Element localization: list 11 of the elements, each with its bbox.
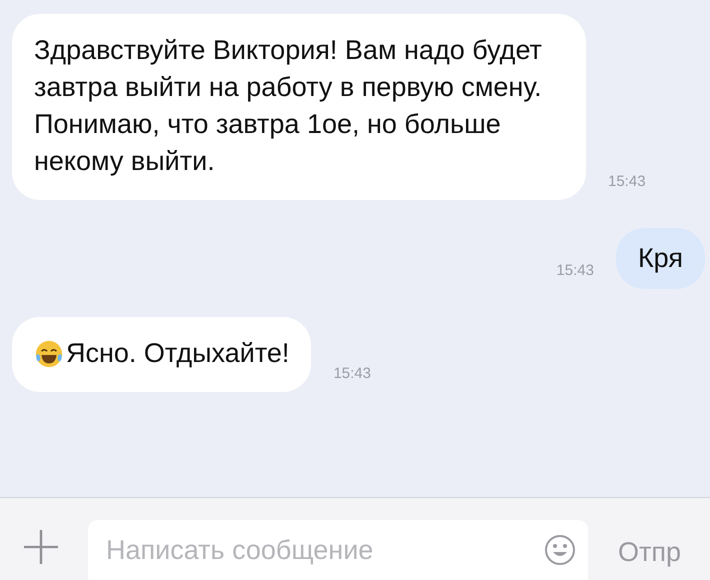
message-time: 15:43 — [556, 262, 594, 279]
message-time: 15:43 — [608, 173, 646, 190]
message-text: Кря — [638, 242, 683, 275]
message-time: 15:43 — [333, 365, 371, 382]
plus-icon[interactable] — [24, 530, 58, 564]
laughing-face-icon — [34, 338, 64, 368]
message-text: Ясно. Отдыхайте! — [66, 337, 290, 370]
message-field[interactable]: Написать сообщение — [88, 520, 588, 580]
smiley-icon[interactable] — [544, 534, 576, 566]
message-text: Здравствуйте Виктория! Вам надо будет завтра выйти на работу в первую смену. Понимаю, что завтра 1ое, но больше некому выйти. — [34, 34, 543, 178]
send-button[interactable]: Отпр — [618, 537, 682, 568]
